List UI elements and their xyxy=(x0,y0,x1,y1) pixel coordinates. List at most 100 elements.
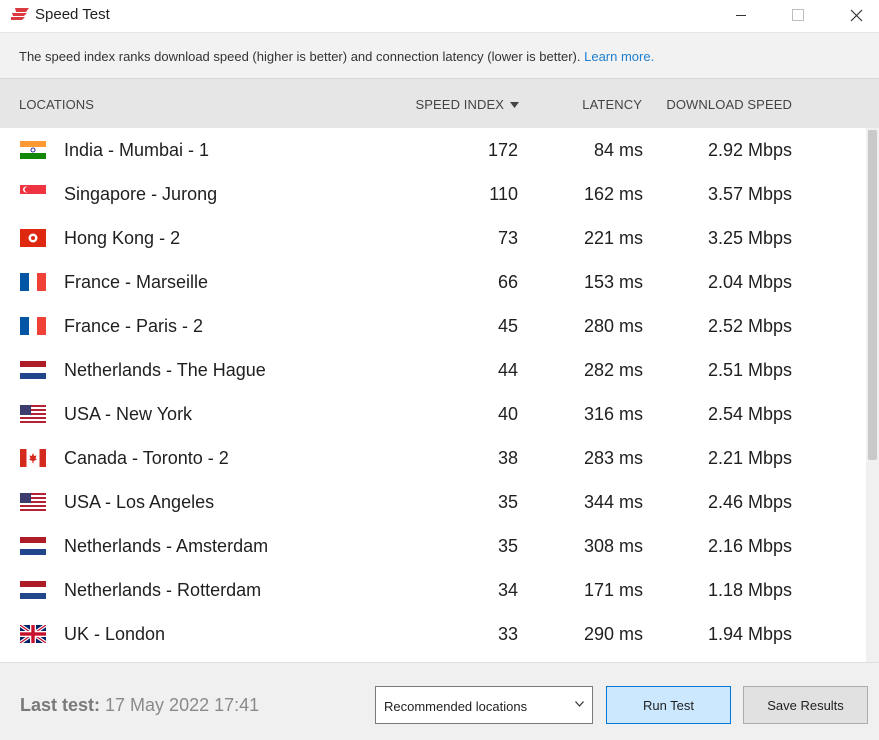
scrollbar-thumb[interactable] xyxy=(868,130,877,460)
window-title: Speed Test xyxy=(35,6,110,23)
list-item[interactable]: UK - London 33 290 ms 1.94 Mbps xyxy=(0,612,866,656)
minimize-icon xyxy=(736,15,746,16)
run-test-button[interactable]: Run Test xyxy=(606,686,731,724)
latency-value: 171 ms xyxy=(583,580,643,600)
column-header-locations[interactable]: LOCATIONS xyxy=(19,97,94,112)
maximize-button[interactable] xyxy=(775,0,821,30)
list-item[interactable]: USA - Los Angeles 35 344 ms 2.46 Mbps xyxy=(0,480,866,524)
speed-index-value: 44 xyxy=(497,360,518,380)
list-item[interactable]: France - Marseille 66 153 ms 2.04 Mbps xyxy=(0,260,866,304)
speed-index-value: 35 xyxy=(497,492,518,512)
speed-index-value: 66 xyxy=(497,272,518,292)
list-item[interactable]: Netherlands - The Hague 44 282 ms 2.51 M… xyxy=(0,348,866,392)
info-text-container: The speed index ranks download speed (hi… xyxy=(19,49,654,64)
last-test-label: Last test: xyxy=(20,695,101,715)
speed-index-value: 33 xyxy=(497,624,518,644)
speed-index-value: 45 xyxy=(497,316,518,336)
france-flag-icon xyxy=(20,273,46,291)
speed-index-value: 35 xyxy=(497,536,518,556)
list-item[interactable]: USA - New York 40 316 ms 2.54 Mbps xyxy=(0,392,866,436)
location-name: Hong Kong - 2 xyxy=(64,228,181,248)
location-name: India - Mumbai - 1 xyxy=(64,140,210,160)
location-name: USA - New York xyxy=(64,404,193,424)
minimize-button[interactable] xyxy=(718,0,764,30)
speed-index-value: 73 xyxy=(497,228,518,248)
close-button[interactable] xyxy=(833,0,879,30)
uk-flag-icon xyxy=(20,625,46,643)
location-name: Singapore - Jurong xyxy=(64,184,218,204)
title-bar: Speed Test xyxy=(0,0,879,32)
download-speed-value: 2.21 Mbps xyxy=(707,448,792,468)
usa-flag-icon xyxy=(20,493,46,511)
location-name: Canada - Toronto - 2 xyxy=(64,448,229,468)
speed-index-value: 110 xyxy=(489,184,518,204)
download-speed-value: 2.16 Mbps xyxy=(707,536,792,556)
canada-flag-icon xyxy=(20,449,46,467)
latency-value: 308 ms xyxy=(583,536,643,556)
save-results-button[interactable]: Save Results xyxy=(743,686,868,724)
info-banner: The speed index ranks download speed (hi… xyxy=(0,32,879,78)
last-test-value: 17 May 2022 17:41 xyxy=(105,695,260,715)
learn-more-link[interactable]: Learn more. xyxy=(584,49,654,64)
singapore-flag-icon xyxy=(20,185,46,203)
france-flag-icon xyxy=(20,317,46,335)
list-item[interactable]: Singapore - Jurong 110 162 ms 3.57 Mbps xyxy=(0,172,866,216)
column-header-speed-index[interactable]: SPEED INDEX xyxy=(415,97,519,112)
list-item[interactable]: Netherlands - Rotterdam 34 171 ms 1.18 M… xyxy=(0,568,866,612)
app-logo-icon xyxy=(11,8,29,20)
latency-value: 290 ms xyxy=(583,624,643,644)
maximize-icon xyxy=(792,9,804,21)
latency-value: 316 ms xyxy=(583,404,643,424)
location-name: France - Paris - 2 xyxy=(64,316,204,336)
footer-bar: Last test: 17 May 2022 17:41 Recommended… xyxy=(0,662,879,740)
download-speed-value: 2.46 Mbps xyxy=(707,492,792,512)
download-speed-value: 2.54 Mbps xyxy=(707,404,792,424)
last-test-info: Last test: 17 May 2022 17:41 xyxy=(20,695,259,716)
info-text: The speed index ranks download speed (hi… xyxy=(19,49,581,64)
location-name: France - Marseille xyxy=(64,272,209,292)
list-item[interactable]: Netherlands - Amsterdam 35 308 ms 2.16 M… xyxy=(0,524,866,568)
latency-value: 283 ms xyxy=(583,448,643,468)
column-header: LOCATIONS SPEED INDEX LATENCY DOWNLOAD S… xyxy=(0,78,879,128)
chevron-down-icon xyxy=(575,701,584,707)
usa-flag-icon xyxy=(20,405,46,423)
location-name: Netherlands - Amsterdam xyxy=(64,536,269,556)
latency-value: 280 ms xyxy=(583,316,643,336)
column-header-speed-index-label: SPEED INDEX xyxy=(415,97,504,112)
latency-value: 221 ms xyxy=(583,228,643,248)
download-speed-value: 1.94 Mbps xyxy=(707,624,792,644)
sort-descending-icon xyxy=(510,101,519,108)
latency-value: 153 ms xyxy=(583,272,643,292)
latency-value: 162 ms xyxy=(583,184,643,204)
netherlands-flag-icon xyxy=(20,361,46,379)
hong-kong-flag-icon xyxy=(20,229,46,247)
netherlands-flag-icon xyxy=(20,537,46,555)
speed-index-value: 38 xyxy=(497,448,518,468)
list-item[interactable]: Canada - Toronto - 2 38 283 ms 2.21 Mbps xyxy=(0,436,866,480)
download-speed-value: 1.18 Mbps xyxy=(707,580,792,600)
list-item[interactable]: Hong Kong - 2 73 221 ms 3.25 Mbps xyxy=(0,216,866,260)
location-filter-value: Recommended locations xyxy=(384,699,528,714)
latency-value: 344 ms xyxy=(583,492,643,512)
speed-index-value: 40 xyxy=(497,404,518,424)
speed-index-value: 172 xyxy=(487,140,518,160)
download-speed-value: 2.52 Mbps xyxy=(707,316,792,336)
location-name: Netherlands - Rotterdam xyxy=(64,580,262,600)
locations-list: India - Mumbai - 1 172 84 ms 2.92 Mbps S… xyxy=(0,128,866,662)
latency-value: 282 ms xyxy=(583,360,643,380)
close-icon xyxy=(850,9,862,21)
list-item[interactable]: India - Mumbai - 1 172 84 ms 2.92 Mbps xyxy=(0,128,866,172)
india-flag-icon xyxy=(20,141,46,159)
location-name: USA - Los Angeles xyxy=(64,492,215,512)
location-filter-select[interactable]: Recommended locations xyxy=(375,686,593,724)
download-speed-value: 2.92 Mbps xyxy=(707,140,792,160)
download-speed-value: 2.04 Mbps xyxy=(707,272,792,292)
latency-value: 84 ms xyxy=(593,140,643,160)
netherlands-flag-icon xyxy=(20,581,46,599)
column-header-latency[interactable]: LATENCY xyxy=(582,97,642,112)
list-item[interactable]: France - Paris - 2 45 280 ms 2.52 Mbps xyxy=(0,304,866,348)
column-header-download-speed[interactable]: DOWNLOAD SPEED xyxy=(666,97,792,112)
download-speed-value: 3.57 Mbps xyxy=(707,184,792,204)
download-speed-value: 2.51 Mbps xyxy=(707,360,792,380)
speed-index-value: 34 xyxy=(497,580,518,600)
